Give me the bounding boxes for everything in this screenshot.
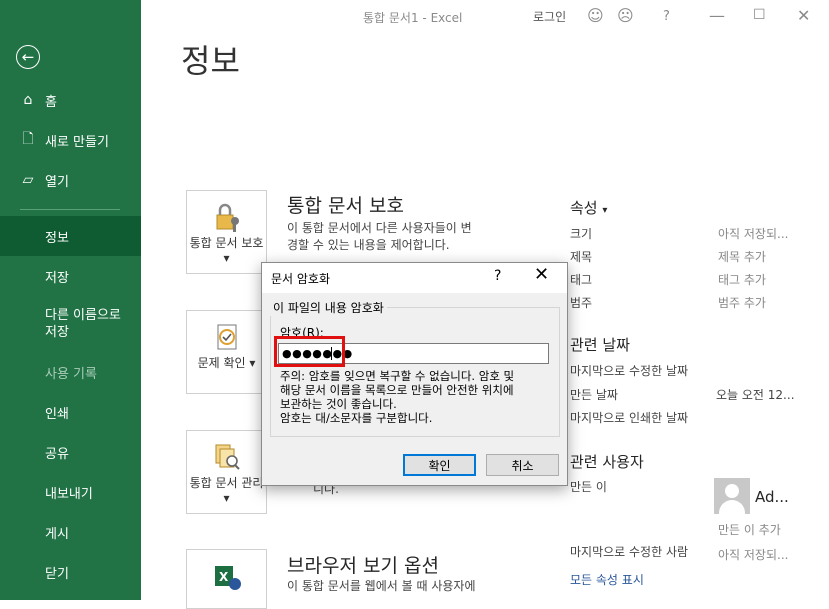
backstage-sidebar: ← ⌂ 홈 🗋 새로 만들기 ▱ 열기 정보 저장 다른 이름으로 저장 사용 … [0,0,141,600]
dialog-close-icon[interactable]: ✕ [534,264,549,285]
last-modified-by-value: 아직 저장되... [718,548,789,562]
lock-key-icon [211,201,243,233]
author-name: Ad... [755,488,789,506]
encrypt-document-dialog: 문서 암호화 ? ✕ 이 파일의 내용 암호화 암호(R): ●●●●●●● 주… [261,262,568,486]
add-author-link[interactable]: 만든 이 추가 [718,521,781,538]
sidebar-divider [20,209,120,210]
browser-view-options-button[interactable]: X [186,549,267,609]
sidebar-item-open[interactable]: ▱ 열기 [0,160,141,200]
sidebar-item-share[interactable]: 공유 [0,432,141,472]
related-dates-header: 관련 날짜 [570,336,630,354]
sidebar-item-home[interactable]: ⌂ 홈 [0,80,141,120]
inspect-checklist-icon [211,321,243,353]
folder-open-icon: ▱ [22,172,34,188]
prop-title-value[interactable]: 제목 추가 [718,248,766,265]
close-window-icon[interactable]: ✕ [797,6,810,25]
prop-category-label: 범주 [570,296,593,310]
ok-button[interactable]: 확인 [403,454,476,476]
sidebar-item-save[interactable]: 저장 [0,256,141,296]
related-people-header: 관련 사용자 [570,453,644,471]
new-document-icon: 🗋 [22,131,34,147]
frown-feedback-icon[interactable]: ☹ [617,6,634,25]
date-created-value: 오늘 오전 12... [716,388,795,402]
prop-tags-value[interactable]: 태그 추가 [718,271,766,288]
show-all-properties-link[interactable]: 모든 속성 표시 [570,571,644,588]
check-issues-button[interactable]: 문제 확인 ▾ [186,310,267,394]
sidebar-item-info[interactable]: 정보 [0,216,141,256]
encrypt-group-label: 이 파일의 내용 암호화 [270,299,387,316]
password-warning-text: 주의: 암호를 잊으면 복구할 수 없습니다. 암호 및 해당 문서 이름을 목… [280,369,515,425]
window-title: 통합 문서1 - Excel [363,11,463,25]
prop-size-value: 아직 저장되... [718,227,789,241]
date-modified-label: 마지막으로 수정한 날짜 [570,364,689,378]
title-bar: 통합 문서1 - Excel 로그인 ☺ ☹ ? — ☐ ✕ [141,0,829,32]
browser-view-section-desc: 이 통합 문서를 웹에서 볼 때 사용자에 [287,579,476,593]
help-icon[interactable]: ? [663,9,670,24]
prop-tags-label: 태그 [570,273,593,287]
protect-section-desc: 이 통합 문서에서 다른 사용자들이 변 경할 수 있는 내용을 제어합니다. [287,221,472,252]
sidebar-item-new[interactable]: 🗋 새로 만들기 [0,120,141,160]
protect-section-title: 통합 문서 보호 [287,195,404,217]
back-arrow-icon[interactable]: ← [16,45,40,69]
minimize-icon[interactable]: — [709,6,725,25]
login-link[interactable]: 로그인 [533,8,566,25]
prop-title-label: 제목 [570,250,593,264]
protect-workbook-button[interactable]: 통합 문서 보호 ▾ [186,190,267,274]
sidebar-item-export[interactable]: 내보내기 [0,472,141,512]
page-title: 정보 [181,42,240,80]
author-avatar [714,478,750,514]
manage-workbook-button[interactable]: 통합 문서 관리 ▾ [186,430,267,514]
dialog-title-bar: 문서 암호화 ? ✕ [262,263,567,293]
sidebar-item-history: 사용 기록 [45,366,97,382]
cancel-button[interactable]: 취소 [486,454,559,476]
author-label: 만든 이 [570,480,607,494]
browser-view-section-title: 브라우저 보기 옵션 [287,555,439,577]
password-highlight-box [274,336,345,367]
last-modified-by-label: 마지막으로 수정한 사람 [570,545,689,559]
prop-category-value[interactable]: 범주 추가 [718,294,766,311]
date-printed-label: 마지막으로 인쇄한 날짜 [570,411,689,425]
prop-size-label: 크기 [570,227,593,241]
properties-header[interactable]: 속성 ▾ [570,197,607,218]
dialog-title: 문서 암호화 [271,272,331,286]
sidebar-item-print[interactable]: 인쇄 [0,392,141,432]
home-icon: ⌂ [23,92,33,108]
sidebar-item-publish[interactable]: 게시 [0,512,141,552]
date-created-label: 만든 날짜 [570,388,618,402]
smile-feedback-icon[interactable]: ☺ [587,6,604,25]
sidebar-item-save-as[interactable]: 다른 이름으로 저장 [0,302,141,346]
svg-text:X: X [219,570,229,584]
sidebar-item-close[interactable]: 닫기 [0,552,141,592]
excel-web-icon: X [211,560,243,592]
maximize-icon[interactable]: ☐ [753,7,766,23]
manage-documents-icon [211,441,243,473]
dialog-help-icon[interactable]: ? [494,268,501,284]
